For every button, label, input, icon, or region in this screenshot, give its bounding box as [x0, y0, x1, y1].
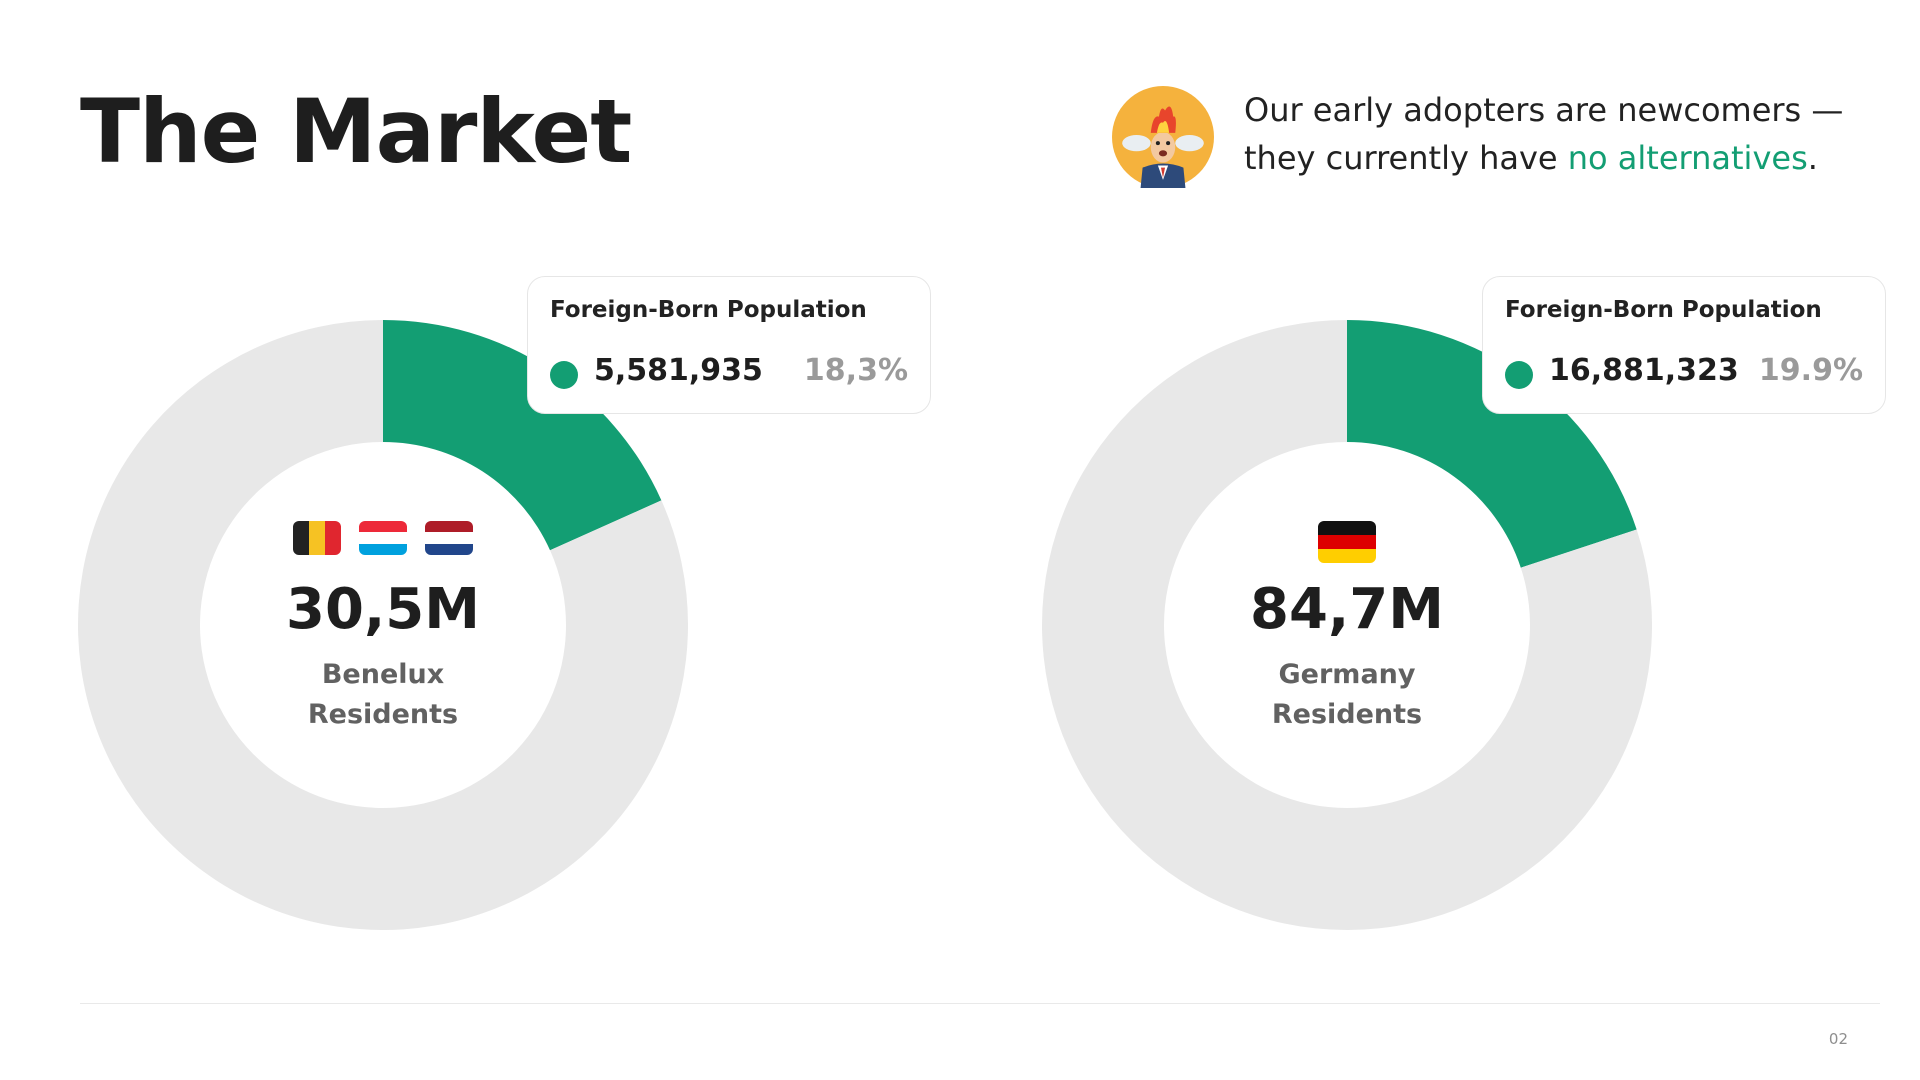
benelux-flags	[203, 521, 563, 557]
germany-foreign-born-value: 16,881,323	[1549, 353, 1739, 388]
benelux-region-label: Benelux Residents	[203, 655, 563, 735]
luxembourg-flag-icon	[359, 521, 407, 555]
benelux-region-name: Benelux	[321, 658, 445, 690]
germany-total-residents: 84,7M	[1250, 577, 1444, 642]
benelux-center-summary: 30,5M Benelux Residents	[203, 521, 563, 735]
footer-divider	[80, 1003, 1880, 1004]
benelux-foreign-born-card: Foreign-Born Population 5,581,935 18,3%	[527, 276, 931, 414]
germany-foreign-born-percent: 19.9%	[1758, 353, 1863, 388]
tagline-highlight: no alternatives	[1567, 139, 1808, 177]
benelux-card-title: Foreign-Born Population	[550, 297, 867, 323]
netherlands-flag-icon	[425, 521, 473, 555]
germany-flag-icon	[1318, 521, 1376, 563]
page-title: The Market	[80, 80, 632, 183]
page-number: 02	[1828, 1030, 1848, 1048]
tagline-line2: they currently have	[1244, 139, 1558, 177]
benelux-residents-label: Residents	[307, 698, 459, 730]
benelux-foreign-born-percent: 18,3%	[803, 353, 908, 388]
germany-center-summary: 84,7M Germany Residents	[1167, 521, 1527, 735]
benelux-legend-dot	[550, 361, 578, 389]
benelux-foreign-born-value: 5,581,935	[594, 353, 763, 388]
germany-region-label: Germany Residents	[1167, 655, 1527, 735]
belgium-flag-icon	[293, 521, 341, 555]
benelux-total-residents: 30,5M	[286, 577, 480, 642]
germany-residents-label: Residents	[1271, 698, 1423, 730]
avatar-mind-blown-icon	[1112, 86, 1214, 188]
germany-card-title: Foreign-Born Population	[1505, 297, 1822, 323]
tagline-period: .	[1807, 139, 1818, 177]
tagline-line1: Our early adopters are newcomers —	[1244, 91, 1844, 129]
germany-legend-dot	[1505, 361, 1533, 389]
tagline: Our early adopters are newcomers — they …	[1244, 86, 1884, 182]
germany-region-name: Germany	[1278, 658, 1416, 690]
germany-foreign-born-card: Foreign-Born Population 16,881,323 19.9%	[1482, 276, 1886, 414]
germany-flags	[1167, 521, 1527, 563]
